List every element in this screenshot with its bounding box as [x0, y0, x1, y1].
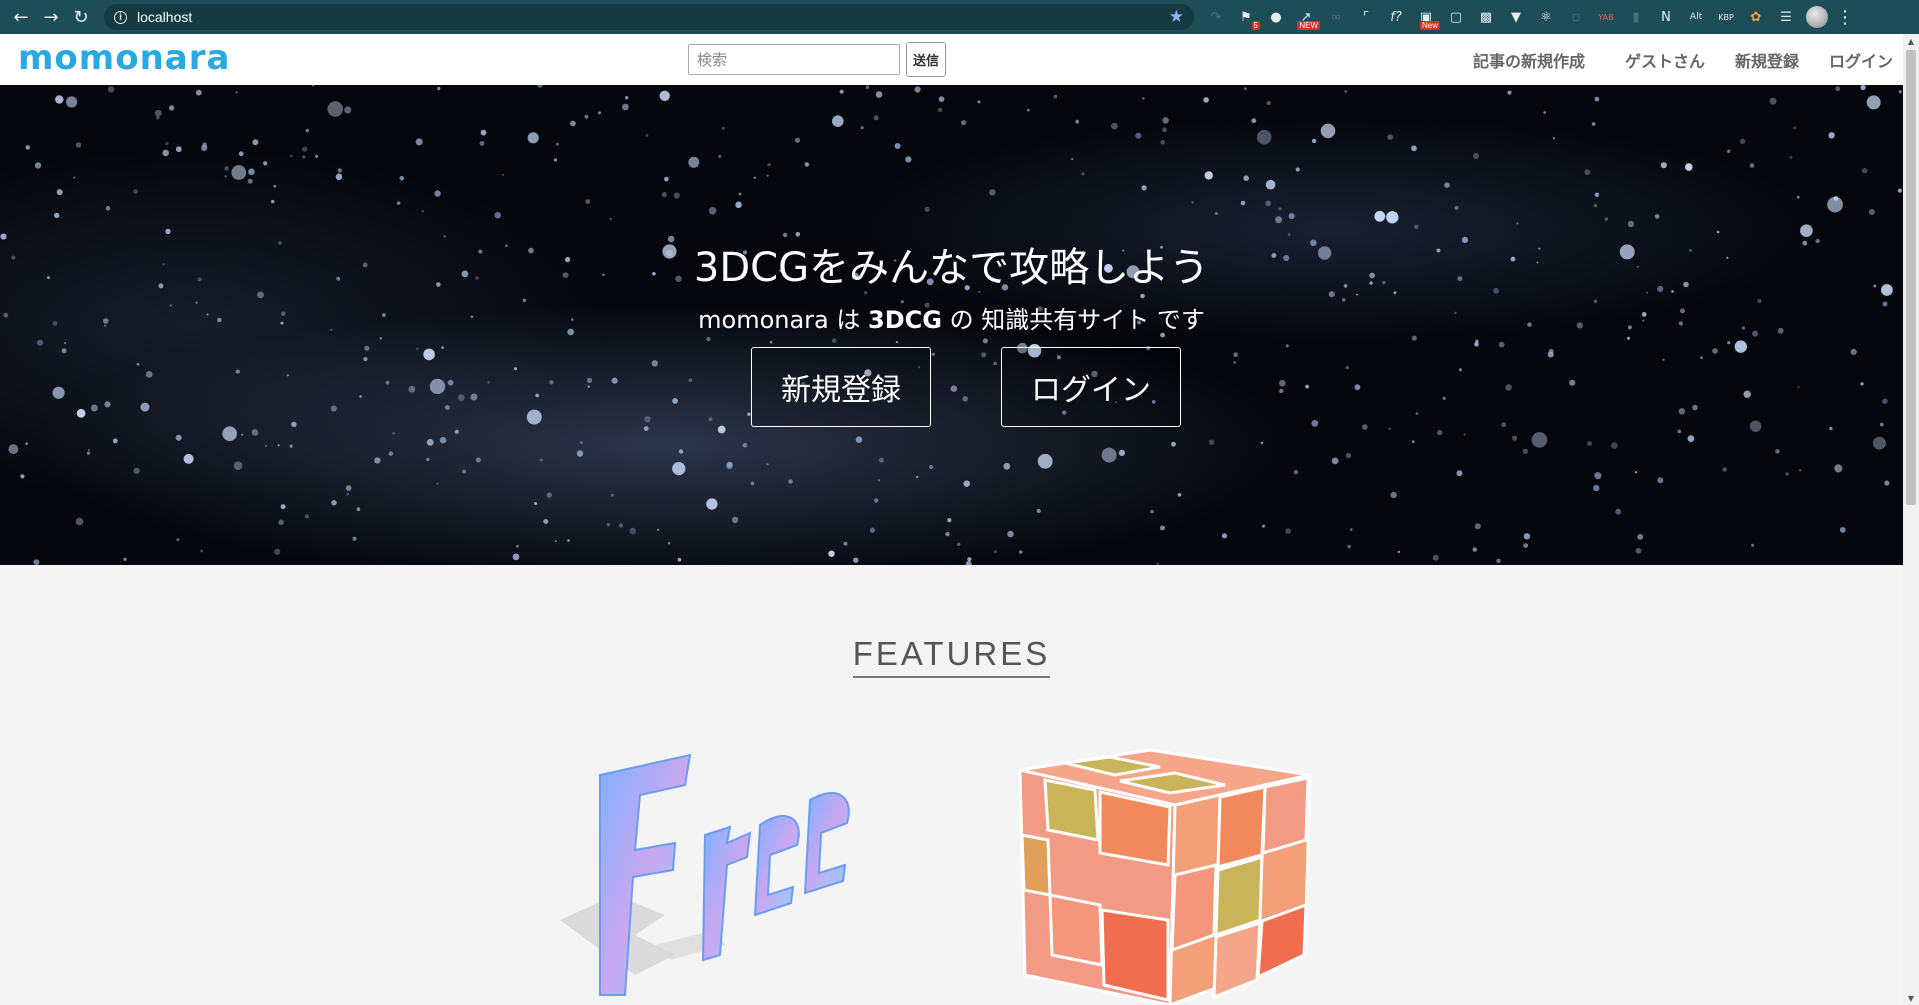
- hero-section: 3DCGをみんなで攻略しよう momonara は 3DCG の 知識共有サイト…: [0, 85, 1903, 565]
- extension-devil-icon[interactable]: ●: [1264, 5, 1288, 29]
- extension-v-icon[interactable]: ▼: [1504, 5, 1528, 29]
- extension-flag-icon[interactable]: ⚑ 5: [1234, 5, 1260, 30]
- site-logo[interactable]: momonara: [18, 38, 230, 78]
- extension-react-icon[interactable]: ⚛: [1534, 5, 1558, 29]
- address-bar[interactable]: i localhost ★: [104, 4, 1194, 30]
- hero-subtitle-bold: 3DCG: [868, 306, 942, 334]
- free-3d-text-image: [560, 753, 850, 996]
- search-input[interactable]: [688, 44, 900, 75]
- hero-signup-button[interactable]: 新規登録: [751, 347, 931, 427]
- hero-subtitle-post: の 知識共有サイト です: [941, 306, 1205, 334]
- reading-list-icon[interactable]: ☰: [1774, 5, 1798, 29]
- extension-kbp-icon[interactable]: KBP: [1714, 5, 1738, 29]
- page-scrollbar[interactable]: ▲ ▼: [1903, 34, 1919, 1005]
- hero-login-button[interactable]: ログイン: [1001, 347, 1181, 427]
- extension-bookmark-icon[interactable]: ▮: [1624, 5, 1648, 29]
- extension-yab-icon[interactable]: YAB: [1594, 5, 1618, 29]
- scroll-down-icon[interactable]: ▼: [1903, 991, 1919, 1005]
- search-form: 送信: [688, 42, 947, 77]
- extension-square-icon[interactable]: ▢: [1444, 5, 1468, 29]
- extension-notion-icon[interactable]: N: [1654, 5, 1678, 29]
- extension-css-icon[interactable]: ▫: [1564, 5, 1588, 29]
- extension-new-icon[interactable]: ↗ NEW: [1294, 5, 1320, 30]
- extension-translate-icon[interactable]: ▩: [1474, 5, 1498, 29]
- forward-icon[interactable]: →: [36, 2, 66, 32]
- browser-menu-icon[interactable]: ⋮: [1836, 7, 1854, 28]
- extension-infinity-icon[interactable]: ∞: [1324, 5, 1348, 29]
- rubiks-cube-image: [1018, 748, 1312, 1005]
- extension-alt-icon[interactable]: Alt: [1684, 5, 1708, 29]
- extension-bracket-icon[interactable]: ⌜: [1354, 5, 1378, 29]
- bookmark-star-icon[interactable]: ★: [1169, 7, 1184, 27]
- features-title-text: FEATURES: [852, 635, 1051, 678]
- guest-user-link[interactable]: ゲストさん: [1625, 48, 1705, 72]
- hero-subtitle-pre: momonara は: [698, 306, 869, 334]
- scroll-up-icon[interactable]: ▲: [1903, 34, 1919, 48]
- hero-buttons: 新規登録 ログイン: [751, 347, 1181, 427]
- extension-f-icon[interactable]: f?: [1384, 5, 1408, 29]
- scrollbar-thumb[interactable]: [1906, 50, 1916, 505]
- url-text: localhost: [137, 9, 193, 25]
- hero-title: 3DCGをみんなで攻略しよう: [693, 245, 1210, 291]
- extension-new2-icon[interactable]: ▣ New: [1414, 5, 1440, 30]
- site-header: momonara 送信 記事の新規作成 ゲストさん 新規登録 ログイン: [0, 34, 1903, 86]
- back-icon[interactable]: ←: [6, 2, 36, 32]
- extension-leaf-icon[interactable]: ✿: [1744, 5, 1768, 29]
- signup-link[interactable]: 新規登録: [1735, 48, 1799, 72]
- search-submit-button[interactable]: 送信: [906, 42, 947, 77]
- browser-toolbar: ← → ↻ i localhost ★ ↷ ⚑ 5 ● ↗ NEW ∞ ⌜ f? ▣…: [0, 0, 1919, 34]
- create-article-link[interactable]: 記事の新規作成: [1473, 48, 1585, 72]
- header-nav: 記事の新規作成 ゲストさん 新規登録 ログイン: [1473, 48, 1893, 72]
- login-link[interactable]: ログイン: [1829, 48, 1893, 72]
- profile-avatar[interactable]: [1806, 6, 1828, 28]
- hero-subtitle: momonara は 3DCG の 知識共有サイト です: [0, 300, 1903, 335]
- features-heading: FEATURES: [0, 635, 1903, 678]
- extensions-bar: ↷ ⚑ 5 ● ↗ NEW ∞ ⌜ f? ▣ New ▢ ▩ ▼ ⚛ ▫ YAB ▮ …: [1204, 5, 1798, 30]
- extension-icon[interactable]: ↷: [1204, 5, 1228, 29]
- info-icon[interactable]: i: [114, 10, 127, 24]
- reload-icon[interactable]: ↻: [66, 2, 96, 32]
